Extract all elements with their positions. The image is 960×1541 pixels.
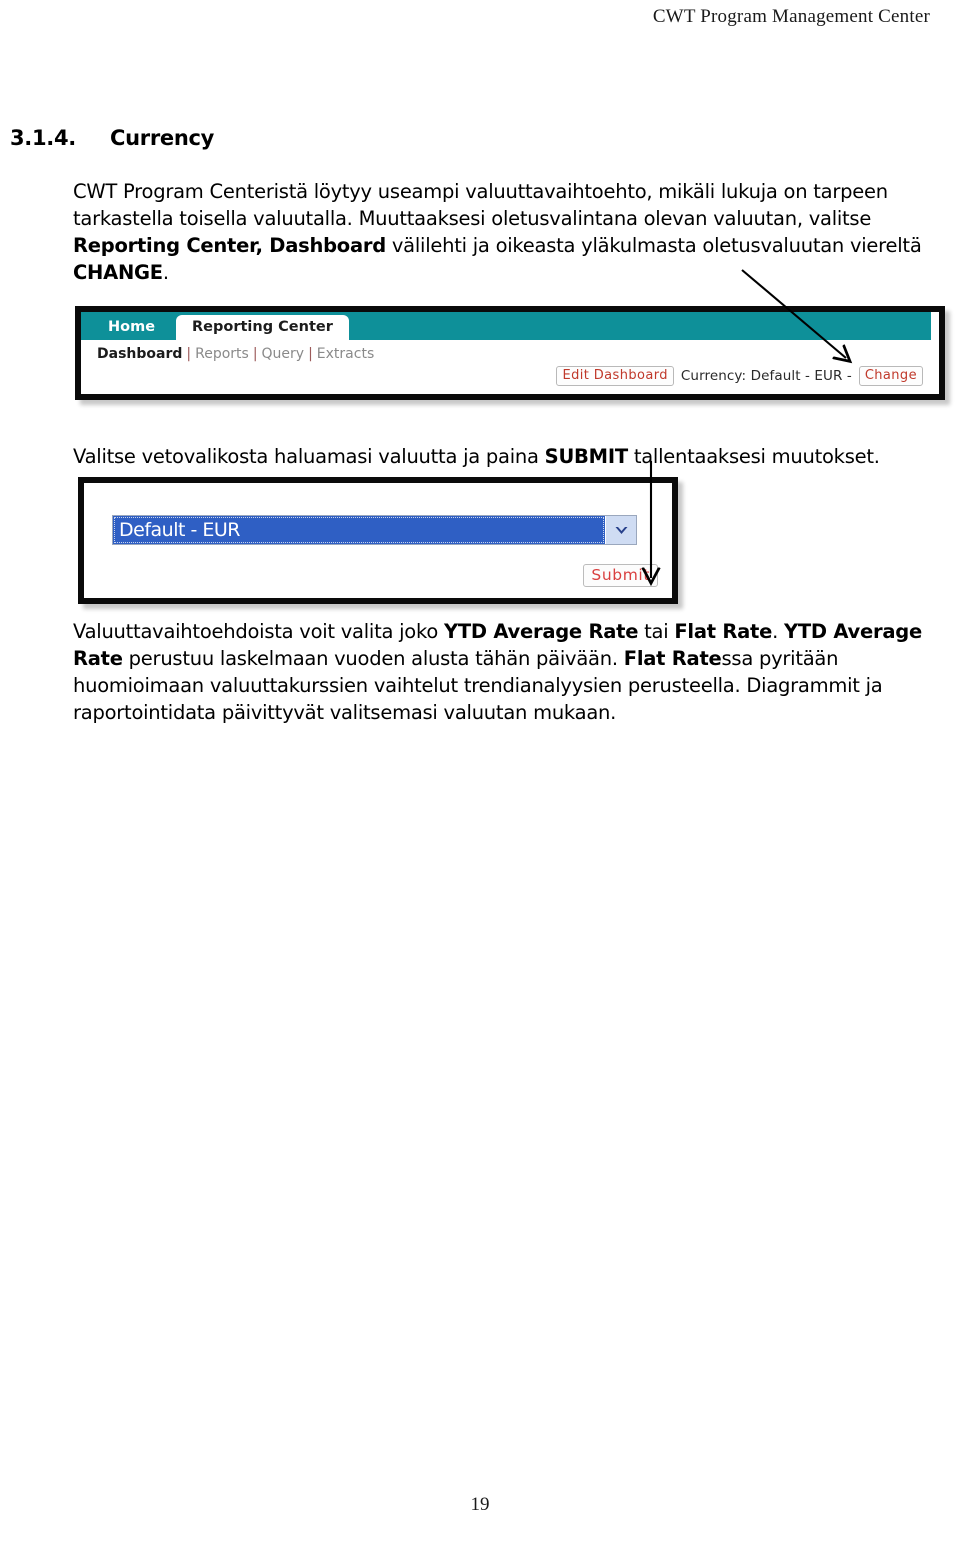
subnav-item-dashboard[interactable]: Dashboard [97,346,182,362]
page-number: 19 [470,1494,490,1515]
screenshot-currency-dropdown: Default - EUR Submit [78,477,678,604]
rates-l3-flat: Flat Rate [623,647,722,670]
intro-line-1: CWT Program Centeristä löytyy useampi va… [73,180,888,203]
rates-l1-c: tai [638,620,675,643]
edit-dashboard-button[interactable]: Edit Dashboard [556,366,674,386]
screenshot-reporting-center-nav: Home Reporting Center Dashboard | Reports |… [75,306,945,400]
nav-tabbar: Home Reporting Center [81,312,931,340]
nav-toolbar: Edit Dashboard Currency: Default - EUR -… [556,366,923,386]
paragraph-select-instruction: Valitse vetovalikosta haluamasi valuutta… [73,443,958,470]
select-instruction-c: tallentaaksesi muutokset. [627,445,880,468]
subnav-separator-3: | [308,346,313,362]
intro-line-3-text: Muuttaaksesi oletusvalintana olevan valu… [358,207,872,230]
select-instruction-emphasis: SUBMIT [544,445,628,468]
rates-l1-ytd: YTD Average Rate [443,620,639,643]
chevron-down-icon[interactable] [605,516,636,544]
subnav-item-extracts[interactable]: Extracts [317,346,374,362]
rates-l1-e: . [772,620,779,643]
currency-select-value[interactable]: Default - EUR [113,516,605,544]
tab-home[interactable]: Home [95,315,168,340]
paragraph-intro: CWT Program Centeristä löytyy useampi va… [73,178,958,286]
currency-select[interactable]: Default - EUR [112,515,637,545]
submit-button[interactable]: Submit [583,564,658,587]
rates-l1-flat: Flat Rate [674,620,773,643]
running-header: CWT Program Management Center [652,6,930,27]
intro-line-4-emphasis: CHANGE [73,261,163,284]
intro-line-2: tarkastella toisella valuutalla. [73,207,353,230]
heading-title: Currency [110,126,215,150]
rates-l2-b: perustuu laskelmaan vuoden alusta tähän … [122,647,618,670]
subnav-separator-2: | [252,346,258,362]
paragraph-rate-options: Valuuttavaihtoehdoista voit valita joko … [73,618,958,726]
select-instruction-a: Valitse vetovalikosta haluamasi valuutta… [73,445,545,468]
intro-line-4-text: välilehti ja oikeasta yläkulmasta oletus… [391,234,922,257]
subnav-item-reports[interactable]: Reports [195,346,249,362]
subnav: Dashboard | Reports | Query | Extracts [97,346,374,362]
subnav-separator-1: | [186,346,192,362]
intro-line-4-period: . [162,261,169,284]
rates-l1-a: Valuuttavaihtoehdoista voit valita joko [73,620,444,643]
rates-l4: perusteella. [627,674,741,697]
page-title: 3.1.4. Currency [10,126,710,150]
intro-line-3-emphasis: Reporting Center, Dashboard [73,234,386,257]
currency-label: Currency: Default - EUR - [680,368,852,384]
tab-reporting-center[interactable]: Reporting Center [176,315,349,340]
heading-number: 3.1.4. [10,126,76,150]
change-currency-button[interactable]: Change [858,366,923,386]
subnav-item-query[interactable]: Query [262,346,305,362]
